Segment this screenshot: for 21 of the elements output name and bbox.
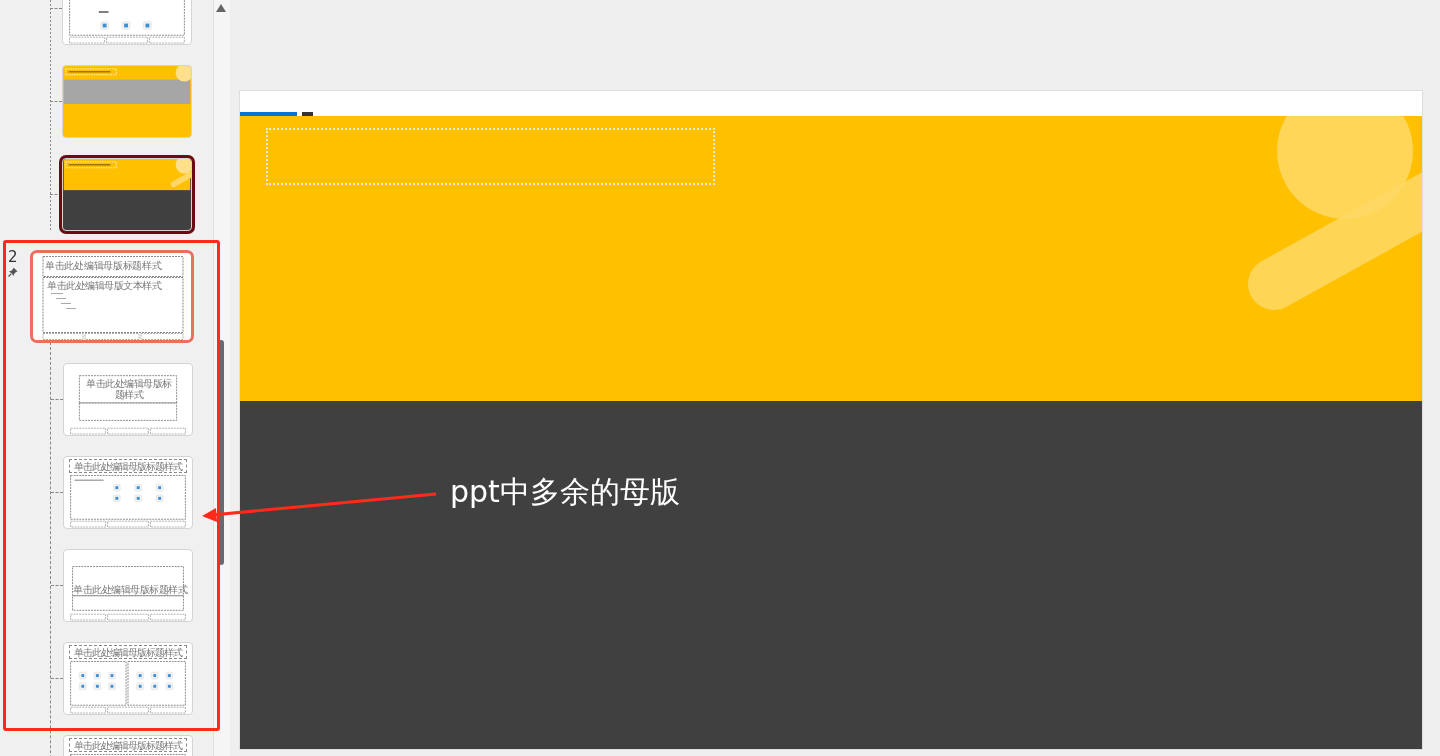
annotation-label: ppt中多余的母版 [450, 473, 680, 511]
layout-thumbnail[interactable]: 单击此处编辑母版标题样式 [63, 735, 193, 756]
layout-title-text: 单击此处编辑母版标题样式 [69, 459, 187, 473]
layout-title-text: 单击此处编辑母版标题样式 [69, 738, 187, 752]
master-body-text: 单击此处编辑母版文本样式 [47, 279, 161, 293]
accent-bar [240, 112, 297, 116]
layout-thumbnail[interactable]: 单击此处编辑母版标题样式 [63, 642, 193, 715]
master-title-text: 单击此处编辑母版标题样式 [45, 259, 162, 273]
layout-thumbnail[interactable]: 单击此处编辑母版标题样式 [63, 363, 193, 436]
layout-thumbnail[interactable] [62, 158, 192, 231]
layout-title-text: 单击此处编辑母版标题样式 [73, 584, 187, 595]
accent-mark [302, 112, 313, 116]
layout-thumbnail[interactable]: 单击此处编辑母版标题样式 [63, 549, 193, 622]
layout-thumbnail[interactable]: 单击此处编辑母版标题样式 [63, 456, 193, 529]
slide-number: 2 [8, 250, 18, 265]
layout-title-text: 单击此处编辑母版标题样式 [85, 378, 173, 400]
slide-master-thumbnail[interactable]: 单击此处编辑母版标题样式 单击此处编辑母版文本样式 [30, 250, 194, 343]
scroll-up-icon[interactable] [216, 4, 227, 12]
layout-title-text: 单击此处编辑母版标题样式 [69, 645, 187, 659]
scrollbar-thumb[interactable] [218, 340, 225, 565]
layout-thumbnail[interactable] [62, 65, 192, 138]
